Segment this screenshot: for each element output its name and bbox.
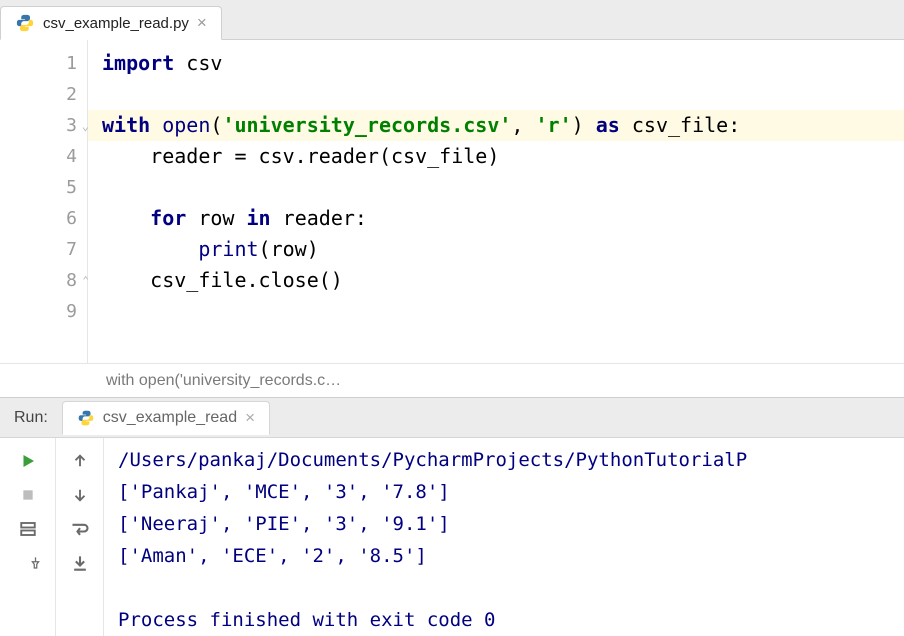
code-line[interactable]: csv_file.close() — [102, 265, 904, 296]
breadcrumb[interactable]: with open('university_records.c… — [0, 363, 904, 397]
soft-wrap-button[interactable] — [65, 514, 95, 544]
line-number: 8⌃ — [0, 265, 87, 296]
close-tab-icon[interactable]: × — [197, 13, 207, 33]
line-number: 1 — [0, 48, 87, 79]
line-number: 4 — [0, 141, 87, 172]
code-line[interactable] — [102, 296, 904, 327]
line-number: 3⌄ — [0, 110, 87, 141]
run-panel: Run: csv_example_read × — [0, 397, 904, 636]
code-line[interactable]: import csv — [102, 48, 904, 79]
line-number: 7 — [0, 234, 87, 265]
code-editor[interactable]: import csv with open('university_records.… — [88, 40, 904, 363]
code-line[interactable] — [102, 172, 904, 203]
python-icon — [77, 409, 95, 427]
line-number: 9 — [0, 296, 87, 327]
run-config-tab[interactable]: csv_example_read × — [62, 401, 270, 435]
console-output[interactable]: /Users/pankaj/Documents/PycharmProjects/… — [104, 438, 904, 636]
line-number: 6 — [0, 203, 87, 234]
fold-end-icon[interactable]: ⌃ — [82, 274, 89, 287]
breadcrumb-text: with open('university_records.c… — [106, 372, 341, 390]
code-line[interactable]: for row in reader: — [102, 203, 904, 234]
python-file-icon — [15, 13, 35, 33]
pin-button[interactable] — [13, 548, 43, 578]
editor-tab-label: csv_example_read.py — [43, 15, 189, 32]
scroll-up-button[interactable] — [65, 446, 95, 476]
stop-button[interactable] — [13, 480, 43, 510]
run-panel-body: /Users/pankaj/Documents/PycharmProjects/… — [0, 438, 904, 636]
scroll-to-end-button[interactable] — [65, 548, 95, 578]
line-number-gutter: 123⌄45678⌃9 — [0, 40, 88, 363]
run-panel-header: Run: csv_example_read × — [0, 398, 904, 438]
editor-tab-bar: csv_example_read.py × — [0, 0, 904, 40]
scroll-down-button[interactable] — [65, 480, 95, 510]
run-toolbar-console — [56, 438, 104, 636]
code-line[interactable] — [102, 79, 904, 110]
editor-area: 123⌄45678⌃9 import csv with open('univers… — [0, 40, 904, 363]
run-button[interactable] — [13, 446, 43, 476]
close-run-tab-icon[interactable]: × — [245, 408, 255, 428]
layout-button[interactable] — [13, 514, 43, 544]
code-line[interactable]: with open('university_records.csv', 'r')… — [88, 110, 904, 141]
line-number: 5 — [0, 172, 87, 203]
fold-icon[interactable]: ⌄ — [82, 119, 89, 133]
code-line[interactable]: print(row) — [102, 234, 904, 265]
line-number: 2 — [0, 79, 87, 110]
run-config-tab-label: csv_example_read — [103, 409, 237, 427]
editor-tab[interactable]: csv_example_read.py × — [0, 6, 222, 40]
code-line[interactable]: reader = csv.reader(csv_file) — [102, 141, 904, 172]
run-toolbar-left — [0, 438, 56, 636]
run-panel-label: Run: — [14, 409, 48, 427]
